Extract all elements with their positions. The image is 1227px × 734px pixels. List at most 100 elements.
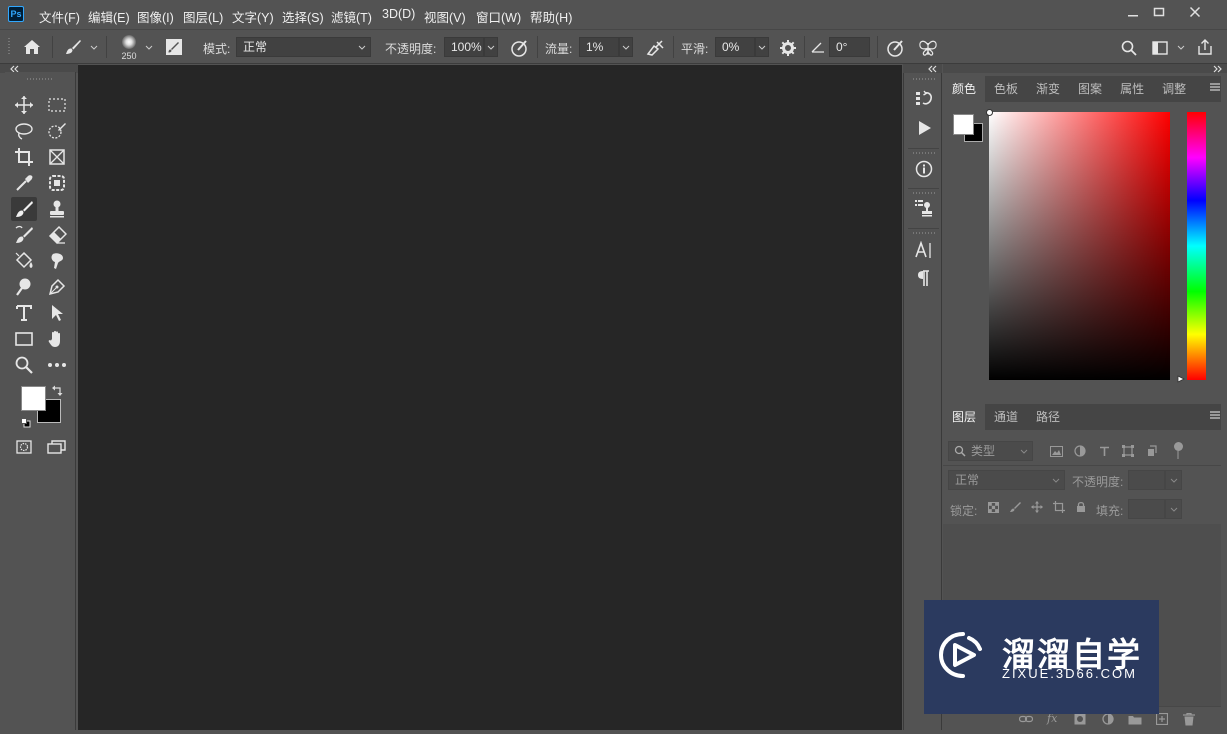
crop-tool[interactable] bbox=[11, 145, 37, 169]
new-layer-icon[interactable] bbox=[1156, 713, 1168, 725]
swap-colors-button[interactable] bbox=[51, 384, 63, 396]
brush-settings-panel-button[interactable] bbox=[164, 37, 184, 57]
pressure-opacity-button[interactable] bbox=[509, 38, 529, 58]
path-selection-tool[interactable] bbox=[44, 301, 70, 325]
lock-artboard-button[interactable] bbox=[1052, 500, 1066, 514]
brush-tool[interactable] bbox=[11, 197, 37, 221]
opacity-dropdown[interactable] bbox=[484, 37, 498, 57]
filter-pixel-layers-button[interactable] bbox=[1048, 443, 1064, 459]
filter-toggle-switch[interactable] bbox=[1174, 442, 1183, 451]
screen-mode-button[interactable] bbox=[44, 435, 70, 459]
saturation-brightness-field[interactable] bbox=[989, 112, 1170, 380]
panel-foreground-swatch[interactable] bbox=[953, 114, 974, 135]
tab-color[interactable]: 颜色 bbox=[943, 76, 986, 102]
menu-select[interactable]: 选择(S) bbox=[282, 7, 324, 26]
smoothing-input[interactable]: 0% bbox=[715, 37, 755, 57]
options-grip[interactable] bbox=[8, 38, 10, 56]
brush-preset-button[interactable] bbox=[62, 36, 84, 58]
zoom-tool[interactable] bbox=[11, 353, 37, 377]
restore-button[interactable] bbox=[1142, 2, 1176, 22]
dock-grip[interactable] bbox=[913, 152, 935, 154]
clone-source-panel-button[interactable] bbox=[911, 195, 937, 221]
blur-tool[interactable] bbox=[44, 249, 70, 273]
eyedropper-tool[interactable] bbox=[11, 171, 37, 195]
color-panel-menu-button[interactable] bbox=[1209, 82, 1223, 96]
lock-transparent-pixels-button[interactable] bbox=[986, 500, 1000, 514]
move-tool[interactable] bbox=[11, 93, 37, 117]
menu-layer[interactable]: 图层(L) bbox=[183, 7, 223, 26]
menu-file[interactable]: 文件(F) bbox=[39, 7, 80, 26]
eraser-tool[interactable] bbox=[44, 223, 70, 247]
collapse-panels-icon[interactable] bbox=[1213, 65, 1223, 73]
collapse-dock-icon[interactable] bbox=[927, 65, 937, 73]
tab-patterns[interactable]: 图案 bbox=[1069, 76, 1111, 102]
smoothing-options-button[interactable] bbox=[778, 38, 798, 58]
pen-tool[interactable] bbox=[44, 275, 70, 299]
more-tools-button[interactable] bbox=[44, 353, 70, 377]
hue-slider-handle-icon[interactable] bbox=[1177, 375, 1185, 383]
tab-layers[interactable]: 图层 bbox=[943, 404, 986, 430]
search-button[interactable] bbox=[1119, 38, 1139, 58]
menu-filter[interactable]: 滤镜(T) bbox=[331, 7, 372, 26]
new-fill-layer-icon[interactable] bbox=[1102, 713, 1114, 725]
link-layers-icon[interactable] bbox=[1019, 714, 1033, 724]
tab-channels[interactable]: 通道 bbox=[985, 404, 1027, 430]
patch-tool[interactable] bbox=[44, 171, 70, 195]
character-panel-button[interactable] bbox=[911, 237, 937, 263]
layer-fill-dropdown[interactable] bbox=[1165, 499, 1182, 519]
tab-adjustments[interactable]: 调整 bbox=[1153, 76, 1195, 102]
menu-type[interactable]: 文字(Y) bbox=[232, 7, 274, 26]
symmetry-button[interactable] bbox=[917, 38, 939, 58]
history-panel-button[interactable] bbox=[911, 86, 937, 112]
workspace-button[interactable] bbox=[1150, 38, 1170, 58]
type-tool[interactable] bbox=[11, 301, 37, 325]
quick-selection-tool[interactable] bbox=[44, 119, 70, 143]
brush-size-dropdown[interactable] bbox=[142, 37, 156, 57]
lock-all-button[interactable] bbox=[1074, 500, 1088, 514]
share-button[interactable] bbox=[1195, 37, 1215, 57]
angle-input[interactable]: 0° bbox=[829, 37, 870, 57]
history-brush-tool[interactable] bbox=[11, 223, 37, 247]
menu-3d[interactable]: 3D(D) bbox=[382, 7, 415, 21]
menu-image[interactable]: 图像(I) bbox=[137, 7, 174, 26]
paint-bucket-tool[interactable] bbox=[11, 249, 37, 273]
color-picker-cursor[interactable] bbox=[986, 109, 993, 116]
workspace-dropdown[interactable] bbox=[1174, 37, 1188, 57]
clone-stamp-tool[interactable] bbox=[44, 197, 70, 221]
tab-properties[interactable]: 属性 bbox=[1111, 76, 1153, 102]
airbrush-button[interactable] bbox=[644, 38, 666, 58]
document-canvas-area[interactable] bbox=[78, 65, 902, 730]
close-button[interactable] bbox=[1178, 2, 1212, 22]
flow-dropdown[interactable] bbox=[619, 37, 633, 57]
tab-gradients[interactable]: 渐变 bbox=[1027, 76, 1069, 102]
home-button[interactable] bbox=[20, 36, 44, 58]
foreground-color-swatch[interactable] bbox=[21, 386, 46, 411]
lock-position-button[interactable] bbox=[1030, 500, 1044, 514]
layer-fill-input[interactable] bbox=[1128, 499, 1165, 519]
mode-select[interactable]: 正常 bbox=[236, 37, 371, 57]
delete-layer-icon[interactable] bbox=[1183, 713, 1195, 726]
quick-mask-button[interactable] bbox=[11, 435, 37, 459]
filter-shape-layers-button[interactable] bbox=[1120, 443, 1136, 459]
filter-adjustment-layers-button[interactable] bbox=[1072, 443, 1088, 459]
flow-input[interactable]: 1% bbox=[579, 37, 619, 57]
menu-window[interactable]: 窗口(W) bbox=[476, 7, 521, 26]
menu-help[interactable]: 帮助(H) bbox=[530, 7, 572, 26]
tab-swatches[interactable]: 色板 bbox=[985, 76, 1027, 102]
info-panel-button[interactable] bbox=[911, 156, 937, 182]
actions-panel-button[interactable] bbox=[911, 115, 937, 141]
default-colors-button[interactable] bbox=[20, 417, 32, 429]
opacity-input[interactable]: 100% bbox=[444, 37, 484, 57]
filter-type-layers-button[interactable] bbox=[1096, 443, 1112, 459]
add-mask-icon[interactable] bbox=[1074, 713, 1086, 725]
frame-tool[interactable] bbox=[44, 145, 70, 169]
brush-size-picker[interactable]: 250 bbox=[116, 33, 142, 63]
layer-opacity-input[interactable] bbox=[1128, 470, 1165, 490]
pressure-size-button[interactable] bbox=[885, 38, 905, 58]
tab-paths[interactable]: 路径 bbox=[1027, 404, 1069, 430]
lock-image-pixels-button[interactable] bbox=[1008, 500, 1022, 514]
dock-grip[interactable] bbox=[913, 232, 935, 234]
dock-grip[interactable] bbox=[913, 192, 935, 194]
layer-blend-mode-select[interactable]: 正常 bbox=[948, 470, 1065, 490]
menu-view[interactable]: 视图(V) bbox=[424, 7, 466, 26]
